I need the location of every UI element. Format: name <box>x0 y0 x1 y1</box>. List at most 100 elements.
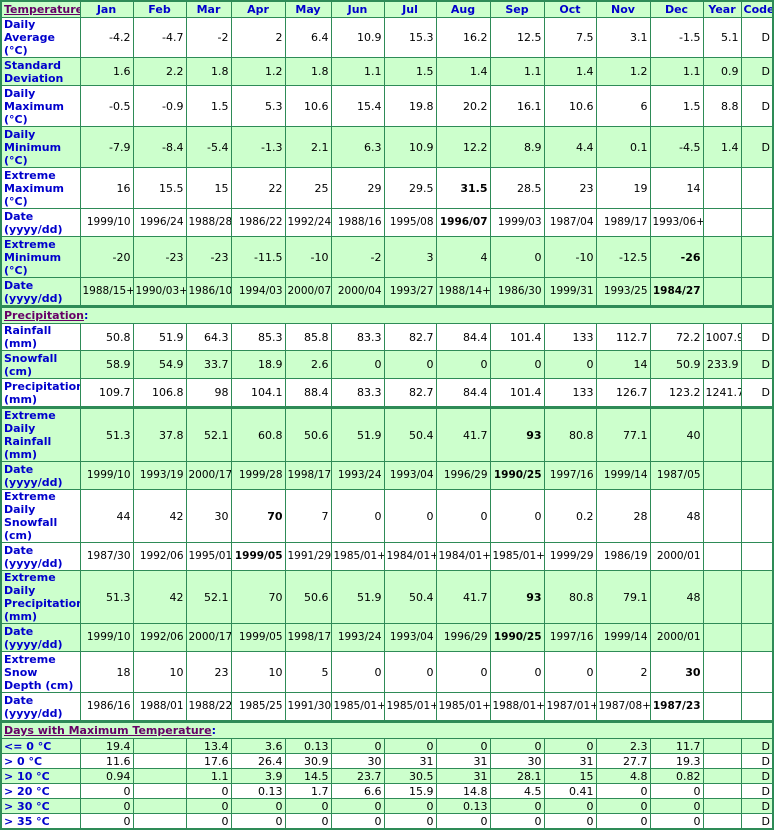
row-header: Extreme Daily Rainfall (mm) <box>0 406 81 462</box>
cell-jun: 1985/01+ <box>330 692 385 722</box>
cell-mar: 2000/17 <box>185 623 232 652</box>
cell-feb <box>132 813 187 830</box>
cell-jan: 11.6 <box>79 753 134 769</box>
cell-year: 1241.7 <box>702 378 742 408</box>
row-header: Extreme Maximum (°C) <box>0 167 81 209</box>
cell-aug: 0 <box>435 738 491 754</box>
table-row: Daily Maximum (°C) -0.5 -0.9 1.5 5.3 10.6 15.4… <box>0 85 774 127</box>
cell-jul: 1995/08 <box>383 208 437 237</box>
cell-jan: 18 <box>79 651 134 693</box>
table-row: Extreme Daily Precipitation (mm) 51.3 42 52… <box>0 570 774 624</box>
table-row: > 35 °C 0 0 0 0 0 0 0 0 0 0 0 D <box>0 813 774 830</box>
cell-jul: 29.5 <box>383 167 437 209</box>
cell-jul: 31 <box>383 753 437 769</box>
cell-may: 85.8 <box>284 323 332 351</box>
cell-mar: 0 <box>185 813 232 830</box>
cell-apr: 0 <box>230 798 286 814</box>
row-header: Daily Maximum (°C) <box>0 85 81 127</box>
cell-may: 0.13 <box>284 738 332 754</box>
cell-jan: 1999/10 <box>79 461 134 490</box>
cell-jan: -4.2 <box>79 17 134 58</box>
cell-code <box>740 651 774 693</box>
section-link-temperature[interactable]: Temperature <box>4 3 79 16</box>
cell-year <box>702 783 742 799</box>
column-header-jun: Jun <box>330 0 385 18</box>
cell-code: D <box>740 813 774 830</box>
cell-oct: 0.2 <box>543 489 597 543</box>
cell-sep: 1.1 <box>489 57 545 86</box>
cell-sep: 101.4 <box>489 378 545 408</box>
cell-nov: 1989/17 <box>595 208 651 237</box>
cell-apr: 1986/22 <box>230 208 286 237</box>
cell-aug: 4 <box>435 236 491 278</box>
cell-aug: 1985/01+ <box>435 692 491 722</box>
cell-jan: 109.7 <box>79 378 134 408</box>
cell-year <box>702 461 742 490</box>
cell-apr: 1985/25 <box>230 692 286 722</box>
cell-code: D <box>740 753 774 769</box>
cell-dec: 1993/06+ <box>649 208 704 237</box>
cell-sep: 101.4 <box>489 323 545 351</box>
cell-jan: 51.3 <box>79 406 134 462</box>
cell-oct: 31 <box>543 753 597 769</box>
section-link-days-max-temp[interactable]: Days with Maximum Temperature <box>4 725 212 738</box>
cell-may: 7 <box>284 489 332 543</box>
cell-code <box>740 542 774 571</box>
cell-code: D <box>740 85 774 127</box>
cell-may: 0 <box>284 798 332 814</box>
cell-code <box>740 692 774 722</box>
section-link-precipitation[interactable]: Precipitation <box>4 310 84 323</box>
row-header: Rainfall (mm) <box>0 323 81 351</box>
cell-jan: 0.94 <box>79 768 134 784</box>
column-header-dec: Dec <box>649 0 704 18</box>
cell-year <box>702 277 742 307</box>
cell-aug: 0.13 <box>435 798 491 814</box>
cell-oct: 7.5 <box>543 17 597 58</box>
cell-year <box>702 236 742 278</box>
cell-oct: 133 <box>543 378 597 408</box>
cell-code <box>740 461 774 490</box>
cell-feb: 106.8 <box>132 378 187 408</box>
cell-oct: 1997/16 <box>543 623 597 652</box>
column-header-jan: Jan <box>79 0 134 18</box>
cell-sep: 8.9 <box>489 126 545 168</box>
cell-code <box>740 208 774 237</box>
cell-nov: 77.1 <box>595 406 651 462</box>
cell-sep: 0 <box>489 738 545 754</box>
cell-oct: 0.41 <box>543 783 597 799</box>
cell-nov: 126.7 <box>595 378 651 408</box>
cell-apr: 3.9 <box>230 768 286 784</box>
row-header: Daily Average (°C) <box>0 17 81 58</box>
cell-dec: -4.5 <box>649 126 704 168</box>
cell-oct: 80.8 <box>543 570 597 624</box>
table-row: Daily Average (°C) -4.2 -4.7 -2 2 6.4 10.9 15.3… <box>0 17 774 58</box>
cell-dec: 72.2 <box>649 323 704 351</box>
cell-dec: 1.5 <box>649 85 704 127</box>
row-header: Extreme Snow Depth (cm) <box>0 651 81 693</box>
cell-mar: 52.1 <box>185 406 232 462</box>
cell-nov: -12.5 <box>595 236 651 278</box>
row-header: > 10 °C <box>0 768 81 784</box>
row-header: Extreme Minimum (°C) <box>0 236 81 278</box>
cell-sep: 93 <box>489 570 545 624</box>
cell-jun: 0 <box>330 813 385 830</box>
column-header-feb: Feb <box>132 0 187 18</box>
table-row: > 0 °C 11.6 17.6 26.4 30.9 30 31 31 30 31 27.7 19.3… <box>0 753 774 769</box>
cell-sep: 28.1 <box>489 768 545 784</box>
cell-sep: 4.5 <box>489 783 545 799</box>
cell-code: D <box>740 350 774 379</box>
cell-aug: 1996/29 <box>435 461 491 490</box>
cell-oct: -10 <box>543 236 597 278</box>
cell-jun: 23.7 <box>330 768 385 784</box>
cell-year <box>702 167 742 209</box>
cell-nov: 28 <box>595 489 651 543</box>
cell-nov: 1987/08+ <box>595 692 651 722</box>
table-row: Date (yyyy/dd) 1987/30 1992/06 1995/01 1999/… <box>0 542 774 571</box>
cell-jul: 15.3 <box>383 17 437 58</box>
cell-sep: 0 <box>489 798 545 814</box>
cell-nov: 27.7 <box>595 753 651 769</box>
row-header: Date (yyyy/dd) <box>0 461 81 490</box>
cell-code: D <box>740 126 774 168</box>
table-row: Daily Minimum (°C) -7.9 -8.4 -5.4 -1.3 2.1 6.3… <box>0 126 774 168</box>
cell-oct: 1999/29 <box>543 542 597 571</box>
